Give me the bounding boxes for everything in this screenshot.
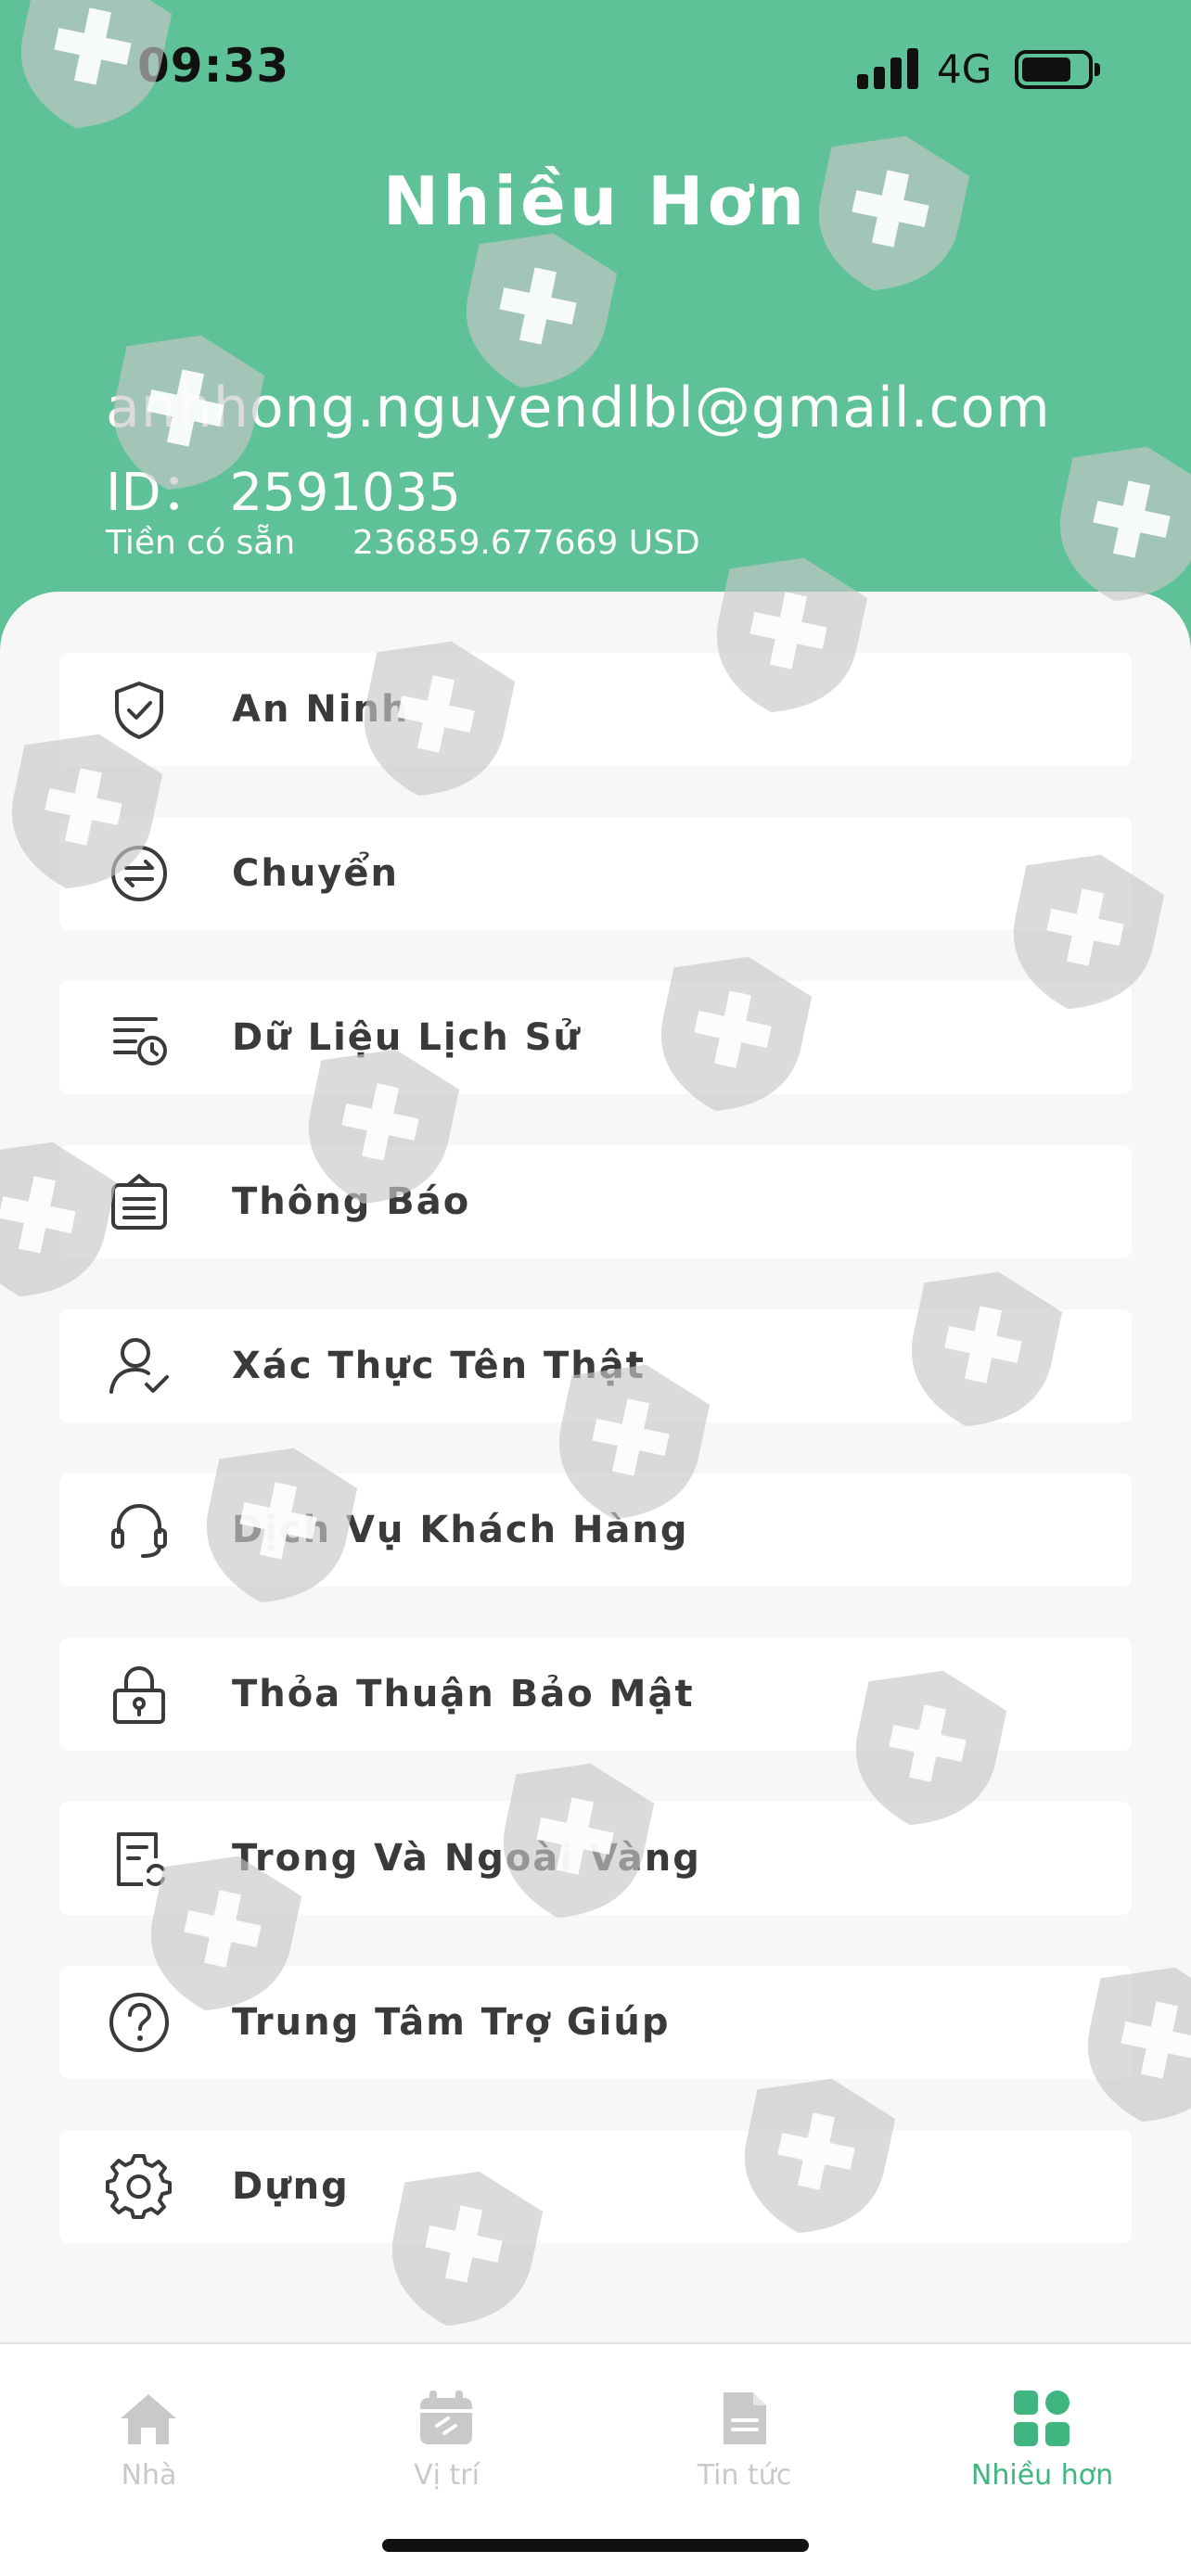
menu-item-privacy[interactable]: Thỏa Thuận Bảo Mật	[59, 1638, 1132, 1751]
tab-label: Tin tức	[697, 2459, 792, 2492]
calendar-position-icon	[420, 2391, 472, 2444]
menu-item-label: Dịch Vụ Khách Hàng	[232, 1509, 689, 1551]
menu-item-label: An Ninh	[232, 688, 410, 731]
tab-home[interactable]: Nhà	[0, 2363, 298, 2493]
menu-item-settings[interactable]: Dựng	[59, 2130, 1132, 2243]
menu-item-label: Trung Tâm Trợ Giúp	[232, 2001, 671, 2044]
menu-panel: An Ninh Chuyển Dữ Liệu Lịch Sử Thông Báo	[0, 592, 1191, 2344]
menu-item-label: Dữ Liệu Lịch Sử	[232, 1016, 582, 1059]
notice-board-icon	[111, 1174, 167, 1230]
status-bar: 09:33 4G	[0, 0, 1191, 139]
page-title: Nhiều Hơn	[382, 162, 809, 240]
menu-item-label: Dựng	[232, 2165, 350, 2208]
home-indicator	[382, 2539, 809, 2552]
network-label: 4G	[937, 46, 992, 92]
menu-item-label: Xác Thực Tên Thật	[232, 1345, 646, 1387]
home-icon	[121, 2394, 176, 2444]
user-verified-icon	[109, 1338, 169, 1394]
menu-item-label: Trong Và Ngoài Vàng	[232, 1837, 701, 1880]
available-amount: 236859.677669 USD	[352, 524, 700, 562]
battery-icon	[1015, 50, 1100, 89]
history-list-icon	[113, 1017, 167, 1065]
tab-label: Nhiều hơn	[970, 2459, 1114, 2492]
grid-more-icon	[1014, 2391, 1069, 2446]
account-email: anhhong.nguyendlbl@gmail.com	[106, 376, 1051, 440]
tab-more[interactable]: Nhiều hơn	[893, 2363, 1191, 2493]
lock-icon	[113, 1665, 165, 1724]
gear-icon	[106, 2154, 172, 2219]
tab-position[interactable]: Vị trí	[298, 2363, 596, 2493]
menu-item-label: Thỏa Thuận Bảo Mật	[232, 1673, 695, 1715]
menu-item-customer-service[interactable]: Dịch Vụ Khách Hàng	[59, 1473, 1132, 1587]
menu-item-label: Chuyển	[232, 852, 399, 895]
menu-item-real-name[interactable]: Xác Thực Tên Thật	[59, 1309, 1132, 1422]
menu-item-security[interactable]: An Ninh	[59, 653, 1132, 766]
menu-item-label: Thông Báo	[232, 1180, 471, 1223]
available-label: Tiền có sẵn	[106, 524, 296, 562]
menu-item-help-center[interactable]: Trung Tâm Trợ Giúp	[59, 1966, 1132, 2079]
account-id: ID： 2591035	[106, 463, 461, 523]
menu-item-history[interactable]: Dữ Liệu Lịch Sử	[59, 981, 1132, 1094]
shield-check-icon	[115, 682, 163, 739]
available-balance: Tiền có sẵn 236859.677669 USD	[106, 524, 700, 562]
menu-item-notice[interactable]: Thông Báo	[59, 1145, 1132, 1258]
signal-icon	[857, 48, 918, 89]
menu-item-transfer[interactable]: Chuyển	[59, 817, 1132, 930]
tab-label: Nhà	[121, 2459, 177, 2492]
news-document-icon	[724, 2392, 766, 2444]
tab-label: Vị trí	[414, 2459, 480, 2492]
document-refresh-icon	[117, 1832, 165, 1886]
transfer-arrows-icon	[111, 846, 167, 901]
status-time: 09:33	[137, 39, 290, 93]
question-circle-icon	[109, 1993, 169, 2052]
headset-icon	[111, 1503, 167, 1558]
tab-news[interactable]: Tin tức	[596, 2363, 893, 2493]
menu-item-deposit-withdraw[interactable]: Trong Và Ngoài Vàng	[59, 1802, 1132, 1915]
header: 09:33 4G Nhiều Hơn anhhong.nguyendlbl@gm…	[0, 0, 1191, 649]
